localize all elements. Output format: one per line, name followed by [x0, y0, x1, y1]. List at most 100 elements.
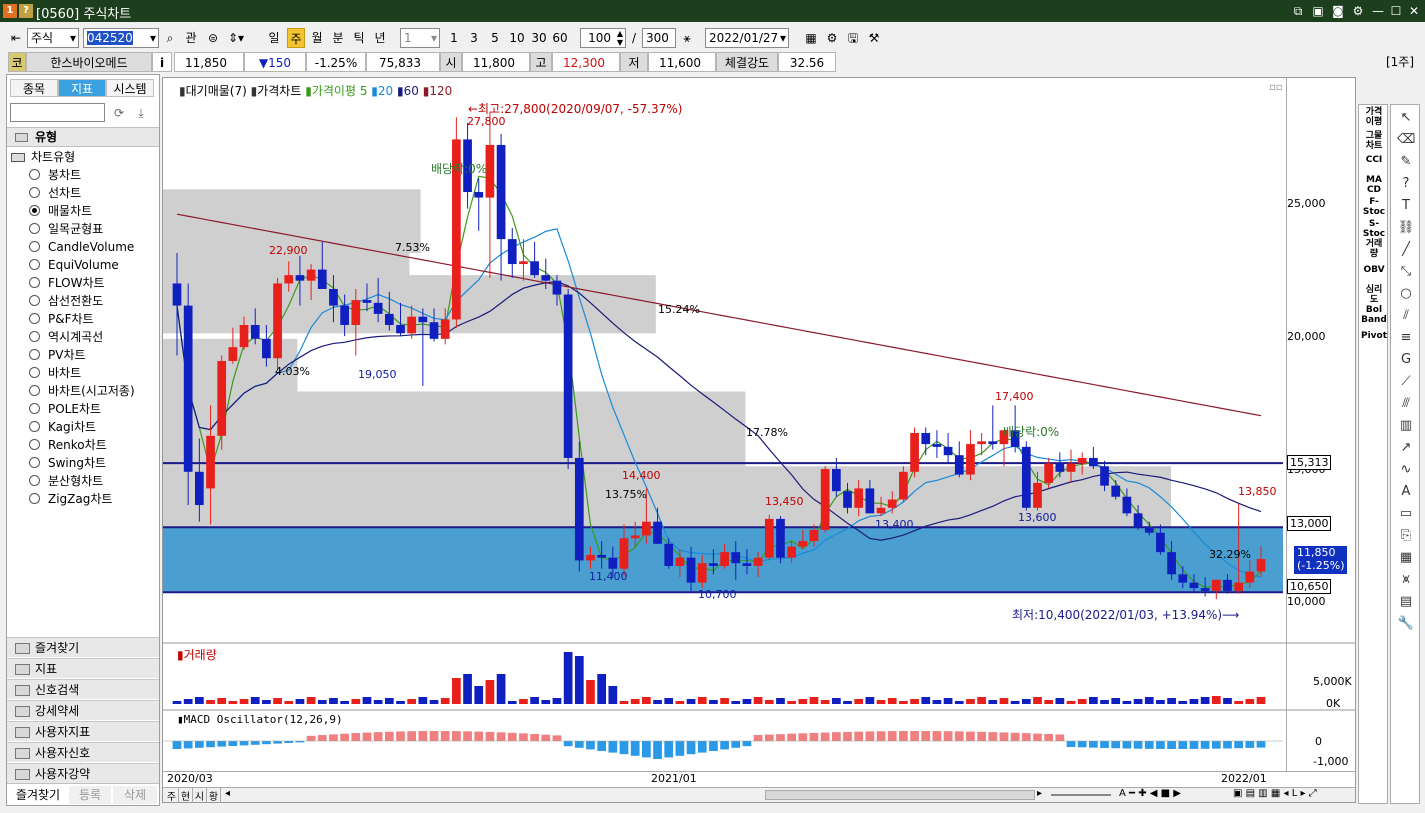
stock-code-input[interactable]: 042520 ▾ [83, 28, 159, 48]
maximize-icon[interactable]: ☐ [1388, 3, 1404, 19]
interval-60[interactable]: 60 [550, 28, 570, 48]
indicator-shortcut[interactable]: CCI [1359, 155, 1389, 165]
chart-legend[interactable]: ▮대기매물(7) ▮가격차트 ▮가격이평 5 ▮20 ▮60 ▮120 [179, 82, 452, 99]
apply-icon[interactable]: ⚹ [678, 28, 696, 48]
minimize-icon[interactable]: — [1370, 3, 1386, 19]
indicator-search-input[interactable] [10, 103, 105, 122]
chart-type-radio[interactable]: 바차트 [29, 365, 81, 382]
tab-hyeon[interactable]: 현 [179, 788, 193, 803]
radio-icon[interactable] [29, 475, 40, 486]
fibo-icon[interactable]: ≡ [1397, 329, 1415, 347]
chart-canvas[interactable] [163, 78, 1355, 802]
register-button[interactable]: 등록 [69, 786, 111, 804]
radio-icon[interactable] [29, 295, 40, 306]
chart-type-radio[interactable]: P&F차트 [29, 311, 94, 328]
chart-icon[interactable]: ▦ [1397, 549, 1415, 567]
delete-all-icon[interactable]: ✎ [1397, 153, 1415, 171]
cursor-icon[interactable]: ↖ [1397, 109, 1415, 127]
radio-icon[interactable] [29, 439, 40, 450]
indicator-shortcut[interactable]: Pivot [1359, 331, 1389, 341]
horizontal-scrollbar[interactable] [765, 790, 1035, 800]
ray-icon[interactable]: ⤡ [1397, 263, 1415, 281]
indicator-shortcut[interactable]: 그물 차트 [1359, 131, 1389, 151]
macd-title[interactable]: ▮MACD Oscillator(12,26,9) [177, 713, 343, 726]
pattern-icon[interactable]: ⩙ [1397, 571, 1415, 589]
camera-icon[interactable]: ◙ [1330, 3, 1346, 19]
updown-icon[interactable]: ⇕▾ [225, 28, 247, 48]
folder-4[interactable]: 사용자지표 [7, 721, 159, 741]
folder-5[interactable]: 사용자신호 [7, 742, 159, 762]
chart-type-radio[interactable]: 분산형차트 [29, 473, 103, 490]
radio-icon[interactable] [29, 169, 40, 180]
delete-button[interactable]: 삭제 [113, 786, 157, 804]
radio-icon[interactable] [29, 349, 40, 360]
text-box-icon[interactable]: ▤ [1397, 593, 1415, 611]
tab-system[interactable]: 시스템 [106, 79, 154, 97]
download-icon[interactable]: ⤓ [132, 104, 150, 122]
scroll-right-icon[interactable]: ▸ [1037, 788, 1049, 799]
tab-ju[interactable]: 주 [165, 788, 179, 803]
radio-icon[interactable] [29, 187, 40, 198]
scroll-left-icon[interactable]: ◂ [225, 788, 237, 799]
search-icon[interactable]: ⌕ [161, 28, 179, 48]
gear-icon[interactable]: ⚙ [1350, 3, 1366, 19]
eraser-icon[interactable]: ⌫ [1397, 131, 1415, 149]
config-icon[interactable]: ⚙ [823, 28, 841, 48]
copy-icon[interactable]: ⎘ [1397, 527, 1415, 545]
tab-stock[interactable]: 종목 [10, 79, 58, 97]
interval-30[interactable]: 30 [529, 28, 549, 48]
chart-type-radio[interactable]: CandleVolume [29, 239, 134, 256]
help-icon[interactable]: ? [19, 4, 33, 18]
square-icon[interactable]: ▭ [1397, 505, 1415, 523]
group-chart-type[interactable]: 차트유형 [11, 149, 75, 166]
period-year[interactable]: 년 [371, 28, 389, 48]
radio-icon[interactable] [29, 313, 40, 324]
chart-type-radio[interactable]: 바차트(시고저종) [29, 383, 135, 400]
sync-icon[interactable]: ⊜ [204, 28, 222, 48]
radio-icon[interactable] [29, 205, 40, 216]
indicator-shortcut[interactable]: MA CD [1359, 175, 1389, 195]
window-link-icon[interactable]: ⧉ [1290, 3, 1306, 19]
gann-icon[interactable]: G [1397, 351, 1415, 369]
radio-icon[interactable] [29, 493, 40, 504]
interval-1[interactable]: 1 [446, 28, 462, 48]
chart-type-radio[interactable]: ZigZag차트 [29, 491, 112, 508]
zoom-slider[interactable] [1051, 794, 1111, 796]
chart-type-radio[interactable]: 역시계곡선 [29, 329, 103, 346]
circle-icon[interactable]: ○ [1397, 285, 1415, 303]
radio-icon[interactable] [29, 385, 40, 396]
save-icon[interactable]: 🖫 [844, 28, 862, 48]
date-picker[interactable]: 2022/01/27 ▾ [705, 28, 789, 48]
radio-icon[interactable] [29, 259, 40, 270]
radio-icon[interactable] [29, 403, 40, 414]
indicator-shortcut[interactable]: 심리 도 [1359, 285, 1389, 305]
interval-5[interactable]: 5 [487, 28, 503, 48]
chart-type-radio[interactable]: FLOW차트 [29, 275, 105, 292]
chart-settings-icon[interactable]: ▦ [802, 28, 820, 48]
link-icon[interactable]: ⛓ [1397, 219, 1415, 237]
radio-icon[interactable] [29, 457, 40, 468]
radio-icon[interactable] [29, 223, 40, 234]
chart-type-radio[interactable]: EquiVolume [29, 257, 119, 274]
panel-divider[interactable] [163, 642, 1355, 644]
folder-3[interactable]: 강세약세 [7, 700, 159, 720]
section-type[interactable]: 유형 [7, 127, 159, 147]
market-select[interactable]: 주식 ▾ [27, 28, 79, 48]
chart-type-radio[interactable]: Renko차트 [29, 437, 107, 454]
folder-2[interactable]: 신호검색 [7, 679, 159, 699]
arrow-icon[interactable]: ↗ [1397, 439, 1415, 457]
period-day[interactable]: 일 [265, 28, 283, 48]
close-icon[interactable]: ✕ [1406, 3, 1422, 19]
interval-select[interactable]: 1 ▾ [400, 28, 440, 48]
period-week[interactable]: 주 [287, 28, 305, 48]
folder-6[interactable]: 사용자강약 [7, 763, 159, 783]
channel-icon[interactable]: ⫽ [1397, 307, 1415, 325]
help-icon[interactable]: ? [1397, 175, 1415, 193]
grid-icon[interactable]: ▥ [1397, 417, 1415, 435]
indicator-shortcut[interactable]: Bol Band [1359, 305, 1389, 325]
parallel-icon[interactable]: ⫻ [1397, 395, 1415, 413]
tab-si[interactable]: 시 [193, 788, 207, 803]
tab-hwang[interactable]: 황 [207, 788, 221, 803]
text-icon[interactable]: T [1397, 197, 1415, 215]
interval-3[interactable]: 3 [466, 28, 482, 48]
